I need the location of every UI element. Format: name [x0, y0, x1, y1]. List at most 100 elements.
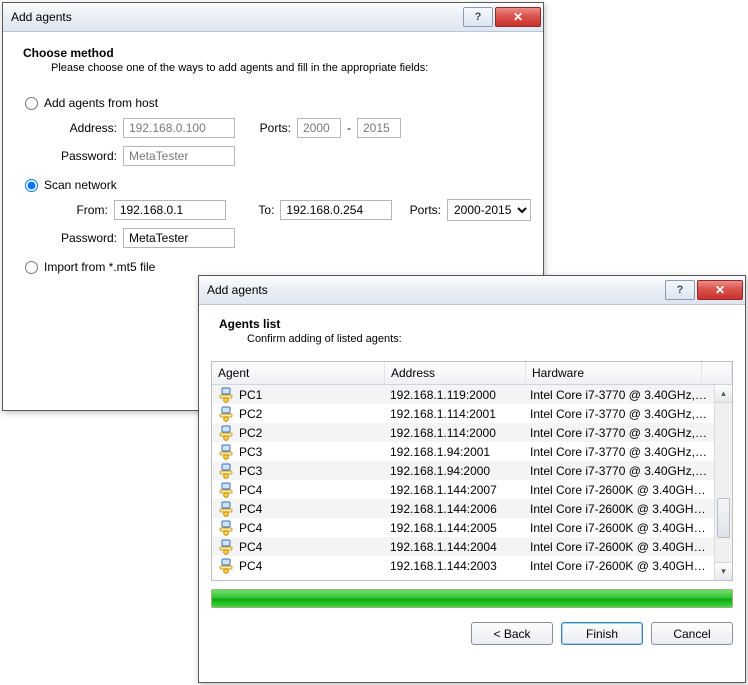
password-input[interactable] — [123, 146, 235, 166]
col-agent[interactable]: Agent — [212, 362, 385, 384]
agent-icon — [218, 558, 234, 574]
radio-import-mt5-input[interactable] — [25, 261, 38, 274]
cell-agent: PC3 — [239, 445, 262, 459]
progress-fill — [212, 590, 732, 607]
radio-add-from-host-input[interactable] — [25, 97, 38, 110]
scan-from-input[interactable] — [114, 200, 226, 220]
cell-hardware: Intel Core i7-2600K @ 3.40GHz, 816... — [524, 521, 715, 535]
table-row[interactable]: PC1192.168.1.119:2000Intel Core i7-3770 … — [212, 385, 715, 404]
radio-add-from-host-label: Add agents from host — [44, 96, 158, 110]
address-label: Address: — [55, 121, 117, 135]
agent-icon — [218, 482, 234, 498]
cell-hardware: Intel Core i7-2600K @ 3.40GHz, 816... — [524, 559, 715, 573]
close-button[interactable] — [495, 7, 541, 27]
scan-from-label: From: — [55, 203, 108, 217]
agents-table: Agent Address Hardware PC1192.168.1.119:… — [211, 361, 733, 581]
titlebar[interactable]: Add agents — [199, 276, 745, 305]
agent-icon — [218, 463, 234, 479]
vertical-scrollbar[interactable]: ▴ ▾ — [714, 385, 732, 580]
section-heading: Agents list — [219, 317, 733, 331]
radio-scan-network-label: Scan network — [44, 178, 117, 192]
help-button[interactable] — [463, 7, 493, 27]
cell-address: 192.168.1.144:2005 — [384, 521, 524, 535]
radio-import-mt5[interactable]: Import from *.mt5 file — [25, 260, 531, 274]
col-hardware[interactable]: Hardware — [526, 362, 702, 384]
address-input[interactable] — [123, 118, 235, 138]
help-button[interactable] — [665, 280, 695, 300]
table-row[interactable]: PC3 192.168.1.94:2001Intel Core i7-3770 @… — [212, 442, 715, 461]
agent-icon — [218, 444, 234, 460]
scroll-up-arrow-icon[interactable]: ▴ — [715, 385, 732, 403]
scan-to-input[interactable] — [280, 200, 392, 220]
cell-address: 192.168.1.144:2006 — [384, 502, 524, 516]
agent-icon — [218, 520, 234, 536]
agent-icon — [218, 501, 234, 517]
scan-ports-combo[interactable]: 2000-2015 — [447, 199, 531, 221]
table-row[interactable]: PC4 192.168.1.144:2005Intel Core i7-2600K… — [212, 518, 715, 537]
titlebar[interactable]: Add agents — [3, 3, 543, 32]
port-from-input[interactable] — [297, 118, 341, 138]
scroll-track[interactable] — [715, 403, 732, 562]
window-title: Add agents — [11, 10, 461, 24]
agent-icon — [218, 406, 234, 422]
cell-agent: PC1 — [239, 388, 262, 402]
cell-address: 192.168.1.94:2000 — [384, 464, 524, 478]
cell-address: 192.168.1.114:2001 — [384, 407, 524, 421]
cell-agent: PC4 — [239, 559, 262, 573]
table-row[interactable]: PC4 192.168.1.144:2007Intel Core i7-2600K… — [212, 480, 715, 499]
col-scroll-spacer — [702, 362, 732, 384]
table-row[interactable]: PC3 192.168.1.94:2000Intel Core i7-3770 @… — [212, 461, 715, 480]
scan-password-input[interactable] — [123, 228, 235, 248]
scroll-down-arrow-icon[interactable]: ▾ — [715, 562, 732, 580]
cell-agent: PC4 — [239, 502, 262, 516]
cell-hardware: Intel Core i7-3770 @ 3.40GHz, 2023... — [524, 407, 715, 421]
cell-agent: PC2 — [239, 426, 262, 440]
cell-address: 192.168.1.114:2000 — [384, 426, 524, 440]
ports-dash: - — [347, 121, 351, 135]
agent-icon — [218, 425, 234, 441]
table-header: Agent Address Hardware — [212, 362, 732, 385]
radio-add-from-host[interactable]: Add agents from host — [25, 96, 531, 110]
scan-password-label: Password: — [55, 231, 117, 245]
back-button[interactable]: < Back — [471, 622, 553, 645]
port-to-input[interactable] — [357, 118, 401, 138]
section-subtext: Please choose one of the ways to add age… — [51, 62, 531, 74]
table-row[interactable]: PC2192.168.1.114:2001Intel Core i7-3770 … — [212, 404, 715, 423]
col-address[interactable]: Address — [385, 362, 526, 384]
radio-scan-network[interactable]: Scan network — [25, 178, 531, 192]
radio-scan-network-input[interactable] — [25, 179, 38, 192]
table-row[interactable]: PC4 192.168.1.144:2003Intel Core i7-2600K… — [212, 556, 715, 575]
cell-agent: PC4 — [239, 483, 262, 497]
cell-hardware: Intel Core i7-2600K @ 3.40GHz, 816... — [524, 502, 715, 516]
cell-address: 192.168.1.144:2003 — [384, 559, 524, 573]
scan-ports-label: Ports: — [398, 203, 441, 217]
window-title: Add agents — [207, 283, 663, 297]
cell-address: 192.168.1.144:2004 — [384, 540, 524, 554]
cell-hardware: Intel Core i7-3770 @ 3.40GHz, 2023... — [524, 426, 715, 440]
table-row[interactable]: PC4 192.168.1.144:2006Intel Core i7-2600K… — [212, 499, 715, 518]
section-heading: Choose method — [23, 46, 531, 60]
progress-bar — [211, 589, 733, 608]
cancel-button[interactable]: Cancel — [651, 622, 733, 645]
agent-icon — [218, 539, 234, 555]
cell-agent: PC4 — [239, 521, 262, 535]
agent-icon — [218, 387, 234, 403]
radio-import-mt5-label: Import from *.mt5 file — [44, 260, 155, 274]
section-subtext: Confirm adding of listed agents: — [247, 333, 733, 345]
cell-address: 192.168.1.94:2001 — [384, 445, 524, 459]
cell-address: 192.168.1.144:2007 — [384, 483, 524, 497]
cell-hardware: Intel Core i7-3770 @ 3.40GHz, 1635... — [524, 388, 715, 402]
cell-agent: PC4 — [239, 540, 262, 554]
cell-hardware: Intel Core i7-3770 @ 3.40GHz, 1635... — [524, 464, 715, 478]
cell-hardware: Intel Core i7-3770 @ 3.40GHz, 1635... — [524, 445, 715, 459]
scroll-thumb[interactable] — [717, 498, 730, 538]
cell-hardware: Intel Core i7-2600K @ 3.40GHz, 816... — [524, 540, 715, 554]
finish-button[interactable]: Finish — [561, 622, 643, 645]
table-row[interactable]: PC4 192.168.1.144:2004Intel Core i7-2600K… — [212, 537, 715, 556]
close-button[interactable] — [697, 280, 743, 300]
add-agents-list-dialog: Add agents Agents list Confirm adding of… — [198, 275, 746, 683]
table-row[interactable]: PC2 192.168.1.114:2000Intel Core i7-3770 … — [212, 423, 715, 442]
ports-label: Ports: — [241, 121, 291, 135]
cell-hardware: Intel Core i7-2600K @ 3.40GHz, 816... — [524, 483, 715, 497]
cell-agent: PC3 — [239, 464, 262, 478]
